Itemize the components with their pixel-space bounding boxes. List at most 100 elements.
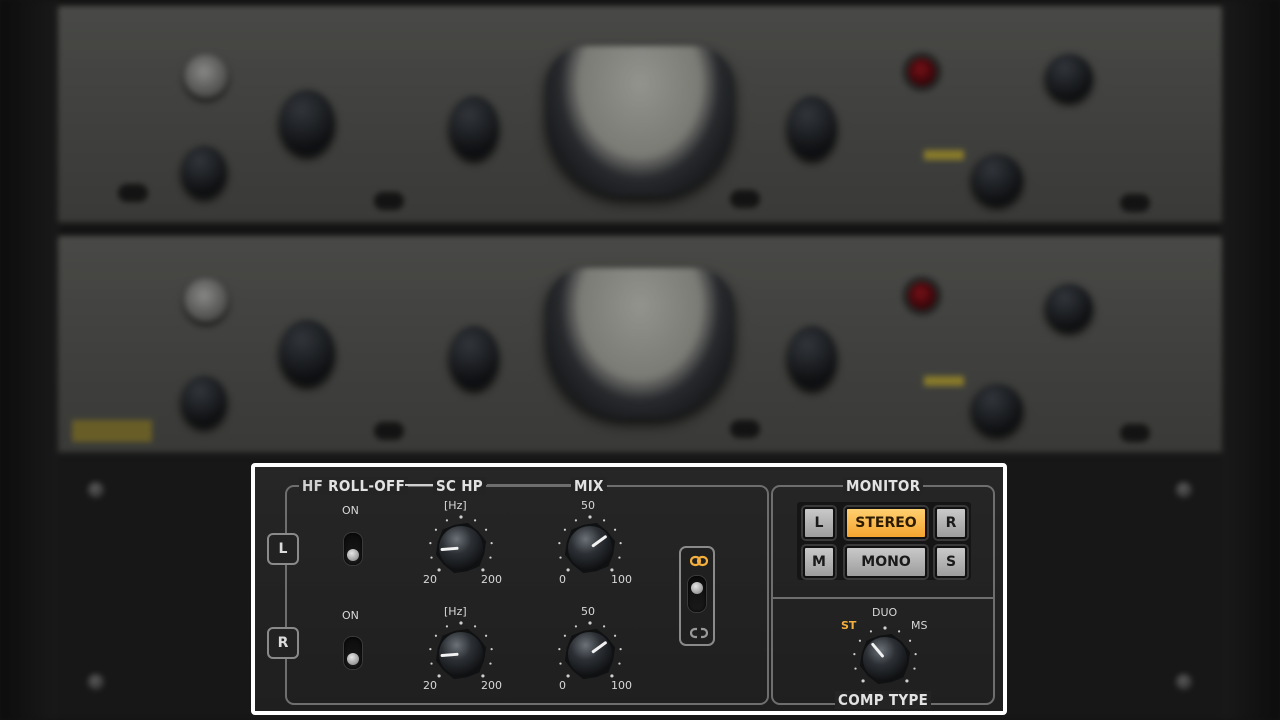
hf-rolloff-r-toggle[interactable] xyxy=(344,637,362,669)
mix-r-min: 0 xyxy=(559,679,566,692)
knob-tick xyxy=(430,662,433,665)
knob-tick xyxy=(610,674,614,678)
knob-tick xyxy=(914,653,917,656)
knob-tick xyxy=(861,679,865,683)
toggle-lever xyxy=(347,653,359,665)
knob-pointer xyxy=(440,652,459,657)
hf-rolloff-title: HF ROLL-OFF xyxy=(299,477,409,495)
channel-r-button[interactable]: R xyxy=(267,627,299,659)
knob-tick xyxy=(883,626,887,630)
knob-tick xyxy=(613,528,617,531)
knob-tick xyxy=(563,634,567,637)
knob-tick xyxy=(473,625,477,628)
knob-tick xyxy=(869,630,873,633)
monitor-s-button[interactable]: S xyxy=(935,546,967,578)
sc-hp-l-min: 20 xyxy=(423,573,437,586)
hf-rolloff-l-on-label: ON xyxy=(342,504,359,517)
knob-tick xyxy=(558,648,561,651)
knob-tick xyxy=(437,568,441,572)
knob-tick xyxy=(897,630,901,633)
knob-tick xyxy=(445,625,449,628)
knob-tick xyxy=(613,634,617,637)
knob-graphic xyxy=(853,626,917,685)
knob-tick xyxy=(619,542,622,545)
mix-r-top: 50 xyxy=(581,605,595,618)
knob-tick xyxy=(610,568,614,572)
sidechain-monitor-panel: HF ROLL-OFF SC HP MIX MONITOR COMP TYPE … xyxy=(251,463,1007,715)
monitor-r-button[interactable]: R xyxy=(935,507,967,539)
mix-r-max: 100 xyxy=(611,679,632,692)
knob-tick xyxy=(437,674,441,678)
knob-tick xyxy=(618,662,621,665)
knob-tick xyxy=(588,515,592,519)
knob-tick xyxy=(913,667,916,670)
knob-tick xyxy=(434,528,438,531)
rack-rail-right xyxy=(1220,0,1280,720)
knob-tick xyxy=(602,519,606,522)
link-icon xyxy=(690,555,708,567)
toggle-lever xyxy=(347,549,359,561)
knob-tick xyxy=(602,625,606,628)
knob-tick xyxy=(559,662,562,665)
mix-l-top: 50 xyxy=(581,499,595,512)
knob-tick xyxy=(854,667,857,670)
knob-tick xyxy=(489,662,492,665)
knob-tick xyxy=(619,648,622,651)
knob-tick xyxy=(481,674,485,678)
sc-hp-r-max: 200 xyxy=(481,679,502,692)
mix-title: MIX xyxy=(571,477,607,495)
knob-tick xyxy=(473,519,477,522)
mix-l-min: 0 xyxy=(559,573,566,586)
knob-tick xyxy=(908,639,912,642)
monitor-stereo-button[interactable]: STEREO xyxy=(845,507,927,539)
knob-tick xyxy=(489,556,492,559)
channel-l-button[interactable]: L xyxy=(267,533,299,565)
knob-tick xyxy=(429,648,432,651)
sc-hp-r-unit: [Hz] xyxy=(444,605,467,618)
comp-type-knob[interactable] xyxy=(848,624,922,694)
knob-tick xyxy=(445,519,449,522)
sc-hp-r-min: 20 xyxy=(423,679,437,692)
knob-tick xyxy=(853,653,856,656)
mix-l-max: 100 xyxy=(611,573,632,586)
monitor-m-button[interactable]: M xyxy=(803,546,835,578)
knob-tick xyxy=(858,639,862,642)
comp-type-duo-label[interactable]: DUO xyxy=(872,606,897,619)
toggle-lever xyxy=(691,582,703,594)
knob-tick xyxy=(905,679,909,683)
sc-hp-l-max: 200 xyxy=(481,573,502,586)
knob-tick xyxy=(559,556,562,559)
knob-tick xyxy=(459,515,463,519)
knob-tick xyxy=(484,634,488,637)
sc-hp-title: SC HP xyxy=(433,477,486,495)
knob-tick xyxy=(618,556,621,559)
knob-tick xyxy=(484,528,488,531)
monitor-title: MONITOR xyxy=(843,477,924,495)
knob-body xyxy=(568,632,612,676)
knob-tick xyxy=(459,621,463,625)
hf-rolloff-l-toggle[interactable] xyxy=(344,533,362,565)
knob-pointer xyxy=(440,546,459,551)
knob-tick xyxy=(588,621,592,625)
knob-tick xyxy=(481,568,485,572)
monitor-comp-divider xyxy=(771,597,995,599)
knob-tick xyxy=(490,542,493,545)
unlink-icon xyxy=(690,627,708,639)
knob-tick xyxy=(574,625,578,628)
link-toggle[interactable] xyxy=(688,576,706,612)
knob-tick xyxy=(566,568,570,572)
rack-unit-top xyxy=(58,6,1222,225)
knob-tick xyxy=(574,519,578,522)
rack-rail-left xyxy=(0,0,60,720)
rack-unit-bottom xyxy=(58,236,1222,455)
monitor-l-button[interactable]: L xyxy=(803,507,835,539)
knob-tick xyxy=(430,556,433,559)
knob-tick xyxy=(490,648,493,651)
knob-tick xyxy=(563,528,567,531)
monitor-mono-button[interactable]: MONO xyxy=(845,546,927,578)
sc-hp-l-unit: [Hz] xyxy=(444,499,467,512)
knob-body xyxy=(568,526,612,570)
channel-link-switch[interactable] xyxy=(679,546,715,646)
knob-tick xyxy=(429,542,432,545)
knob-tick xyxy=(566,674,570,678)
